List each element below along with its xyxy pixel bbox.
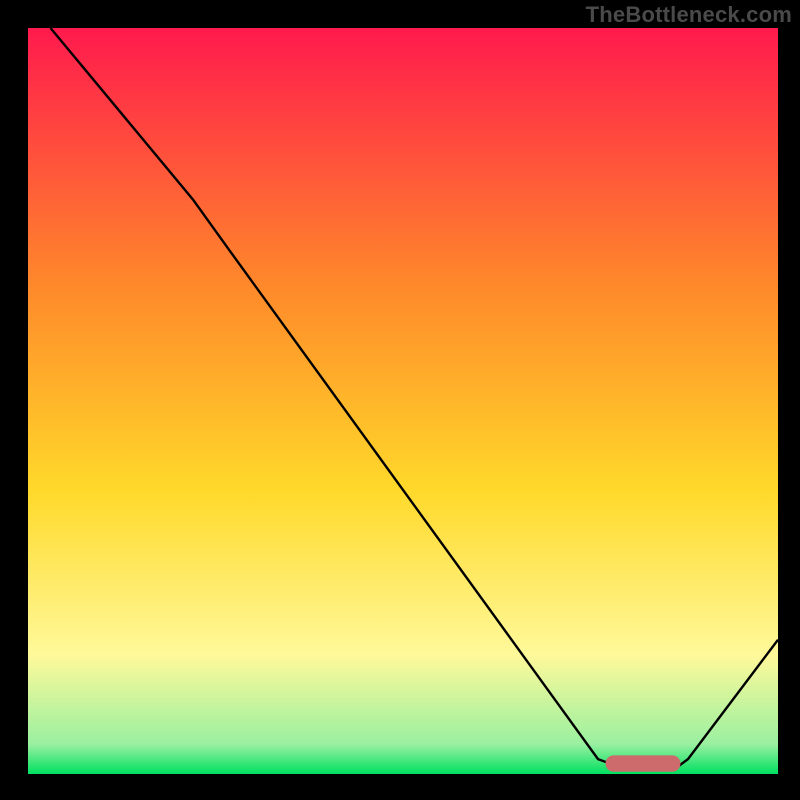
optimal-range-marker (606, 755, 681, 771)
chart-background (28, 28, 778, 774)
watermark-text: TheBottleneck.com (586, 2, 792, 28)
chart-frame: TheBottleneck.com (0, 0, 800, 800)
bottleneck-chart (28, 28, 778, 774)
plot-area (28, 28, 778, 774)
